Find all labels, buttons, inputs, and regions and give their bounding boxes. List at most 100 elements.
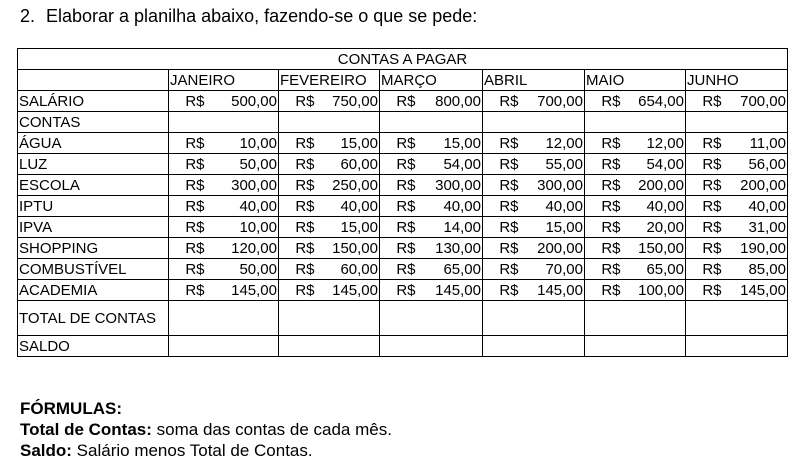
empty-cell bbox=[168, 300, 279, 336]
amount-cell: 15,00 bbox=[315, 216, 380, 238]
empty-cell bbox=[685, 111, 788, 133]
amount-cell: 145,00 bbox=[315, 279, 380, 301]
expense-row: COMBUSTÍVEL R$ 50,00 R$ 60,00 R$ 65,00 R$ 70,00 R… bbox=[17, 258, 788, 280]
empty-cell bbox=[685, 335, 788, 357]
empty-cell bbox=[482, 300, 585, 336]
currency-symbol: R$ bbox=[685, 279, 723, 301]
currency-symbol: R$ bbox=[278, 174, 316, 196]
row-label: COMBUSTÍVEL bbox=[17, 258, 169, 280]
amount-cell: 54,00 bbox=[621, 153, 686, 175]
amount-cell: 65,00 bbox=[416, 258, 483, 280]
currency-symbol: R$ bbox=[685, 237, 723, 259]
currency-symbol: R$ bbox=[278, 132, 316, 154]
currency-symbol: R$ bbox=[168, 132, 206, 154]
amount-cell: 300,00 bbox=[205, 174, 279, 196]
month-header: JUNHO bbox=[685, 69, 788, 91]
currency-symbol: R$ bbox=[168, 279, 206, 301]
exercise-instruction: Elaborar a planilha abaixo, fazendo-se o… bbox=[46, 6, 478, 26]
month-header: JANEIRO bbox=[168, 69, 279, 91]
title-row: CONTAS A PAGAR bbox=[17, 48, 788, 70]
row-label: CONTAS bbox=[17, 111, 169, 133]
currency-symbol: R$ bbox=[482, 174, 520, 196]
row-label: SALÁRIO bbox=[17, 90, 169, 112]
row-label: ÁGUA bbox=[17, 132, 169, 154]
currency-symbol: R$ bbox=[379, 258, 417, 280]
empty-cell bbox=[278, 335, 380, 357]
amount-cell: 60,00 bbox=[315, 258, 380, 280]
amount-cell: 15,00 bbox=[315, 132, 380, 154]
row-label: ACADEMIA bbox=[17, 279, 169, 301]
currency-symbol: R$ bbox=[685, 90, 723, 112]
amount-cell: 150,00 bbox=[315, 237, 380, 259]
balance-row: SALDO bbox=[17, 335, 788, 357]
currency-symbol: R$ bbox=[278, 90, 316, 112]
expense-row: IPVA R$ 10,00 R$ 15,00 R$ 14,00 R$ 15,00 R$ 20,00 R… bbox=[17, 216, 788, 238]
empty-cell bbox=[482, 111, 585, 133]
amount-cell: 40,00 bbox=[416, 195, 483, 217]
currency-symbol: R$ bbox=[584, 153, 622, 175]
currency-symbol: R$ bbox=[278, 153, 316, 175]
currency-symbol: R$ bbox=[685, 258, 723, 280]
amount-cell: 40,00 bbox=[315, 195, 380, 217]
currency-symbol: R$ bbox=[584, 132, 622, 154]
currency-symbol: R$ bbox=[685, 174, 723, 196]
formula-total: Total de Contas: soma das contas de cada… bbox=[20, 420, 392, 439]
currency-symbol: R$ bbox=[584, 258, 622, 280]
amount-cell: 100,00 bbox=[621, 279, 686, 301]
amount-cell: 700,00 bbox=[722, 90, 788, 112]
empty-cell bbox=[379, 111, 483, 133]
currency-symbol: R$ bbox=[482, 153, 520, 175]
accounts-label-row: CONTAS bbox=[17, 111, 788, 133]
empty-cell bbox=[168, 335, 279, 357]
currency-symbol: R$ bbox=[278, 237, 316, 259]
row-label: ESCOLA bbox=[17, 174, 169, 196]
currency-symbol: R$ bbox=[379, 279, 417, 301]
currency-symbol: R$ bbox=[482, 90, 520, 112]
currency-symbol: R$ bbox=[379, 174, 417, 196]
currency-symbol: R$ bbox=[482, 132, 520, 154]
currency-symbol: R$ bbox=[482, 279, 520, 301]
amount-cell: 11,00 bbox=[722, 132, 788, 154]
salary-row: SALÁRIO R$ 500,00 R$ 750,00 R$ 800,00 R$ 700,00 R… bbox=[17, 90, 788, 112]
expense-row: LUZ R$ 50,00 R$ 60,00 R$ 54,00 R$ 55,00 R$ 54,00 R$… bbox=[17, 153, 788, 175]
currency-symbol: R$ bbox=[278, 279, 316, 301]
currency-symbol: R$ bbox=[685, 216, 723, 238]
currency-symbol: R$ bbox=[482, 195, 520, 217]
corner-cell bbox=[17, 69, 169, 91]
currency-symbol: R$ bbox=[584, 237, 622, 259]
amount-cell: 250,00 bbox=[315, 174, 380, 196]
amount-cell: 14,00 bbox=[416, 216, 483, 238]
empty-cell bbox=[584, 300, 686, 336]
formulas-heading: FÓRMULAS: bbox=[20, 399, 122, 418]
amount-cell: 150,00 bbox=[621, 237, 686, 259]
row-label: IPVA bbox=[17, 216, 169, 238]
currency-symbol: R$ bbox=[168, 258, 206, 280]
amount-cell: 12,00 bbox=[519, 132, 585, 154]
empty-cell bbox=[379, 335, 483, 357]
amount-cell: 145,00 bbox=[722, 279, 788, 301]
amount-cell: 145,00 bbox=[519, 279, 585, 301]
expense-row: ACADEMIA R$ 145,00 R$ 145,00 R$ 145,00 R$ 145,00… bbox=[17, 279, 788, 301]
currency-symbol: R$ bbox=[584, 174, 622, 196]
amount-cell: 12,00 bbox=[621, 132, 686, 154]
month-header-row: JANEIRO FEVEREIRO MARÇO ABRIL MAIO JUNHO bbox=[17, 69, 788, 91]
row-label: SALDO bbox=[17, 335, 169, 357]
empty-cell bbox=[584, 111, 686, 133]
formulas-section: FÓRMULAS: Total de Contas: soma das cont… bbox=[20, 398, 392, 461]
empty-cell bbox=[482, 335, 585, 357]
amount-cell: 70,00 bbox=[519, 258, 585, 280]
month-header: FEVEREIRO bbox=[278, 69, 380, 91]
empty-cell bbox=[584, 335, 686, 357]
amount-cell: 145,00 bbox=[416, 279, 483, 301]
month-header: ABRIL bbox=[482, 69, 585, 91]
amount-cell: 40,00 bbox=[722, 195, 788, 217]
currency-symbol: R$ bbox=[379, 153, 417, 175]
amount-cell: 40,00 bbox=[621, 195, 686, 217]
amount-cell: 120,00 bbox=[205, 237, 279, 259]
amount-cell: 15,00 bbox=[519, 216, 585, 238]
currency-symbol: R$ bbox=[278, 258, 316, 280]
exercise-heading: 2. Elaborar a planilha abaixo, fazendo-se… bbox=[20, 5, 477, 27]
expense-row: ESCOLA R$ 300,00 R$ 250,00 R$ 300,00 R$ 300,00 R$… bbox=[17, 174, 788, 196]
amount-cell: 145,00 bbox=[205, 279, 279, 301]
currency-symbol: R$ bbox=[379, 195, 417, 217]
